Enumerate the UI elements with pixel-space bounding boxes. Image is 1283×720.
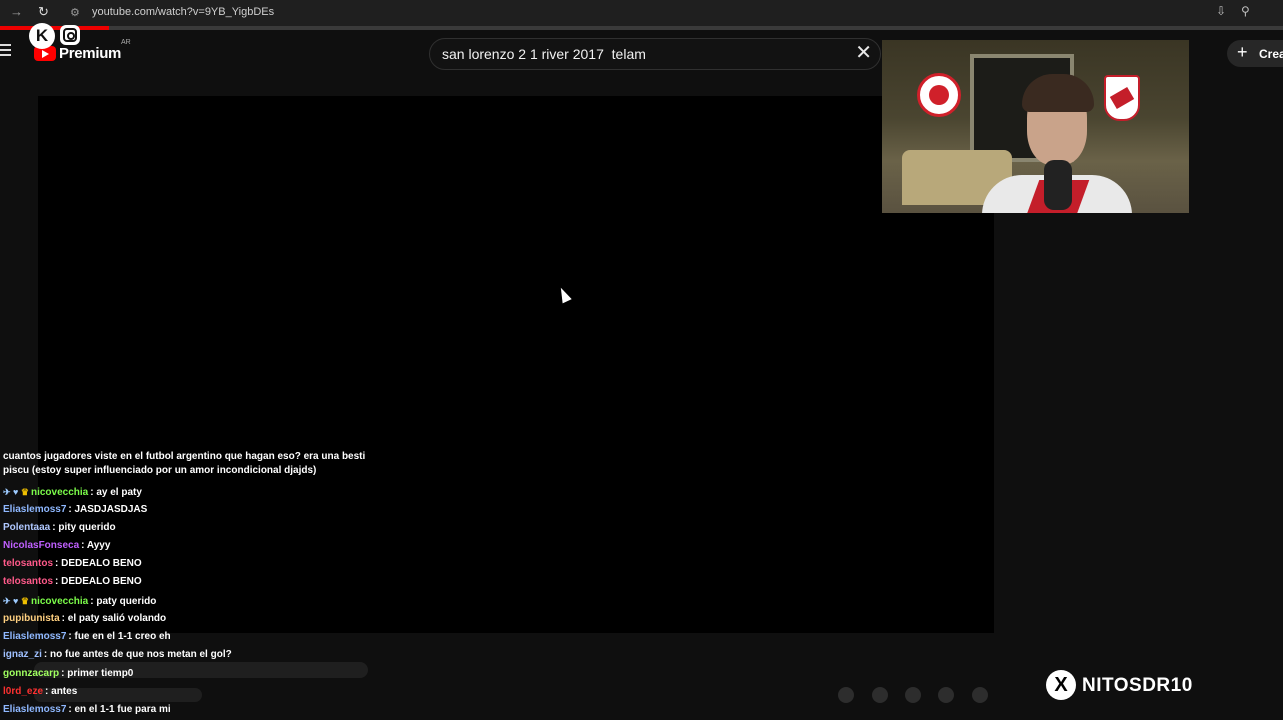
page-load-progress xyxy=(0,26,1283,30)
chat-text: : paty querido xyxy=(90,596,157,607)
reload-icon[interactable]: ↻ xyxy=(38,4,49,20)
chat-message: ✈ ♥ ♛ nicovecchia: paty querido xyxy=(3,594,156,609)
clear-search-icon[interactable]: ✕ xyxy=(855,43,872,63)
chat-text: : DEDEALO BENO xyxy=(55,576,142,587)
chat-message: telosantos: DEDEALO BENO xyxy=(3,557,142,571)
chat-text: : ay el paty xyxy=(90,487,142,498)
chat-text: : pity querido xyxy=(52,522,116,533)
site-settings-icon[interactable]: ⚙ xyxy=(70,6,80,19)
chat-text: : en el 1-1 fue para mi xyxy=(68,704,171,715)
chat-message: l0rd_eze: antes xyxy=(3,685,77,699)
chat-text: cuantos jugadores viste en el futbol arg… xyxy=(3,451,366,476)
instagram-icon xyxy=(60,25,80,45)
chat-message: ignaz_zi: no fue antes de que nos metan … xyxy=(3,648,232,662)
chat-message: Eliaslemoss7: JASDJASDJAS xyxy=(3,503,147,517)
search-box[interactable]: ✕ xyxy=(429,38,881,70)
social-handle: NITOSDR10 xyxy=(1082,675,1193,696)
install-app-icon[interactable]: ⇩ xyxy=(1216,4,1226,18)
back-arrow-icon[interactable]: → xyxy=(10,4,23,19)
chat-message: pupibunista: el paty salió volando xyxy=(3,612,166,626)
chat-text: : Ayyy xyxy=(81,540,111,551)
chat-badges-icon: ✈ ♥ ♛ xyxy=(3,596,29,606)
chat-username[interactable]: Eliaslemoss7 xyxy=(3,504,66,515)
chat-username[interactable]: nicovecchia xyxy=(31,596,88,607)
chat-username[interactable]: nicovecchia xyxy=(31,487,88,498)
chat-message: telosantos: DEDEALO BENO xyxy=(3,575,142,589)
video-player[interactable] xyxy=(38,96,994,633)
chat-message: ✈ ♥ ♛ nicovecchia: ay el paty xyxy=(3,485,142,500)
chat-username[interactable]: gonnzacarp xyxy=(3,668,59,679)
streamer xyxy=(982,74,1132,213)
chat-username[interactable]: Eliaslemoss7 xyxy=(3,631,66,642)
chat-username[interactable]: Eliaslemoss7 xyxy=(3,704,66,715)
chat-message: NicolasFonseca: Ayyy xyxy=(3,539,110,553)
search-input[interactable] xyxy=(442,44,832,64)
brand-label[interactable]: Premium xyxy=(59,45,121,62)
chat-message: gonnzacarp: primer tiemp0 xyxy=(3,667,133,681)
chat-text: : JASDJASDJAS xyxy=(68,504,148,515)
plus-icon: + xyxy=(1237,42,1248,62)
chat-username[interactable]: l0rd_eze xyxy=(3,686,43,697)
chat-message: Polentaaa: pity querido xyxy=(3,521,116,535)
chat-username[interactable]: pupibunista xyxy=(3,613,60,624)
chat-text: : primer tiemp0 xyxy=(61,668,134,679)
chat-text: : el paty salió volando xyxy=(61,613,167,624)
browser-toolbar: → ↻ ⚙ youtube.com/watch?v=9YB_YigbDEs ⇩ … xyxy=(0,0,1283,26)
create-label: Crea xyxy=(1259,47,1283,61)
webcam-overlay xyxy=(882,40,1189,213)
chat-username[interactable]: telosantos xyxy=(3,558,53,569)
chat-text: : fue en el 1-1 creo eh xyxy=(68,631,171,642)
chat-message: cuantos jugadores viste en el futbol arg… xyxy=(3,450,368,478)
club-crest-icon xyxy=(917,73,961,117)
chat-username[interactable]: ignaz_zi xyxy=(3,649,42,660)
x-twitter-icon: X xyxy=(1046,670,1076,700)
kick-icon: K xyxy=(29,23,55,49)
chat-username[interactable]: Polentaaa xyxy=(3,522,50,533)
chat-username[interactable]: NicolasFonseca xyxy=(3,540,79,551)
chat-message: Eliaslemoss7: fue en el 1-1 creo eh xyxy=(3,630,171,644)
chat-text: : no fue antes de que nos metan el gol? xyxy=(43,649,232,660)
menu-icon[interactable] xyxy=(0,44,11,59)
create-button[interactable]: + Crea xyxy=(1227,40,1283,67)
microphone-icon xyxy=(1044,160,1072,210)
chat-username[interactable]: telosantos xyxy=(3,576,53,587)
chat-text: : DEDEALO BENO xyxy=(55,558,142,569)
zoom-icon[interactable]: ⚲ xyxy=(1241,4,1250,18)
chat-message: Eliaslemoss7: en el 1-1 fue para mi xyxy=(3,703,171,717)
chat-badges-icon: ✈ ♥ ♛ xyxy=(3,487,29,497)
chat-text: : antes xyxy=(45,686,78,697)
region-code: AR xyxy=(121,39,131,46)
address-bar[interactable]: youtube.com/watch?v=9YB_YigbDEs xyxy=(92,6,274,18)
